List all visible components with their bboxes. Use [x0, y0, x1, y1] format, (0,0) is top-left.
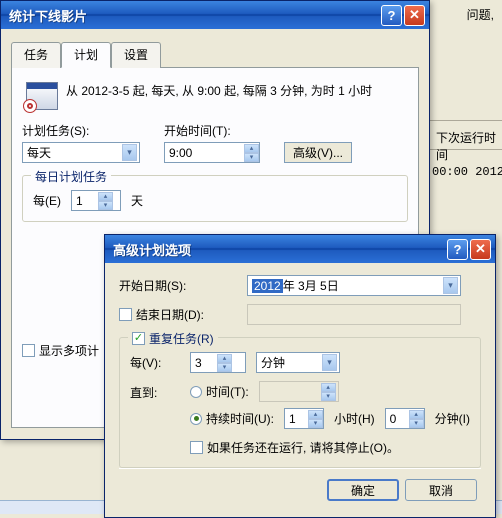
- daily-group-legend: 每日计划任务: [31, 168, 111, 185]
- tab-schedule[interactable]: 计划: [61, 42, 111, 68]
- main-titlebar: 统计下线影片 ? ✕: [1, 1, 429, 29]
- until-time-radio[interactable]: 时间(T):: [190, 383, 249, 400]
- advanced-button[interactable]: 高级(V)...: [284, 142, 352, 163]
- ok-button[interactable]: 确定: [327, 479, 399, 501]
- schedule-task-dropdown[interactable]: 每天 ▾: [22, 142, 140, 163]
- schedule-summary: 从 2012-3-5 起, 每天, 从 9:00 起, 每隔 3 分钟, 为时 …: [22, 78, 408, 122]
- repeat-group: ✓ 重复任务(R) 每(V): 3 ▴▾ 分钟 ▾ 直到:: [119, 337, 481, 468]
- start-date-field[interactable]: 2012 年 3月 5日 ▾: [247, 275, 461, 296]
- end-date-checkbox[interactable]: 结束日期(D):: [119, 306, 237, 323]
- start-time-field[interactable]: 9:00 ▴▾: [164, 142, 260, 163]
- tab-settings[interactable]: 设置: [111, 42, 161, 68]
- schedule-summary-text: 从 2012-3-5 起, 每天, 从 9:00 起, 每隔 3 分钟, 为时 …: [66, 82, 372, 110]
- help-button[interactable]: ?: [447, 239, 468, 260]
- end-date-label: 结束日期(D):: [136, 306, 204, 323]
- until-duration-radio[interactable]: 持续时间(U):: [190, 410, 274, 427]
- tabs: 任务 计划 设置: [11, 41, 419, 68]
- hours-label: 小时(H): [334, 410, 375, 427]
- start-date-year: 2012: [252, 279, 283, 293]
- until-time-field: ▴▾: [259, 381, 339, 402]
- chevron-down-icon: ▾: [443, 277, 458, 294]
- duration-mins-field[interactable]: 0 ▴▾: [385, 408, 425, 429]
- bg-next-run: 00:00 2012-3-6: [432, 165, 502, 179]
- daily-group: 每日计划任务 每(E) 1 ▴▾ 天: [22, 175, 408, 222]
- tab-task[interactable]: 任务: [11, 42, 61, 68]
- schedule-task-value: 每天: [27, 144, 122, 161]
- advanced-title: 高级计划选项: [113, 240, 445, 259]
- spin-arrows[interactable]: ▴▾: [244, 144, 259, 162]
- advanced-dialog: 高级计划选项 ? ✕ 开始日期(S): 2012 年 3月 5日 ▾ 结束日期(…: [104, 234, 496, 518]
- daily-every-value: 1: [72, 194, 98, 208]
- start-time-value: 9:00: [165, 146, 244, 160]
- until-label: 直到:: [130, 381, 180, 401]
- daily-every-label: 每(E): [33, 192, 61, 209]
- cancel-button[interactable]: 取消: [405, 479, 477, 501]
- main-title: 统计下线影片: [9, 6, 379, 25]
- show-multiple-label: 显示多项计: [39, 342, 99, 359]
- daily-every-field[interactable]: 1 ▴▾: [71, 190, 121, 211]
- start-time-label: 开始时间(T):: [164, 122, 260, 139]
- repeat-every-field[interactable]: 3 ▴▾: [190, 352, 246, 373]
- stop-if-running-checkbox[interactable]: 如果任务还在运行, 请将其停止(O)。: [190, 439, 399, 456]
- help-button[interactable]: ?: [381, 5, 402, 26]
- chevron-down-icon: ▾: [122, 144, 137, 161]
- daily-every-unit: 天: [131, 192, 143, 209]
- show-multiple-checkbox[interactable]: 显示多项计: [22, 342, 99, 359]
- duration-hours-field[interactable]: 1 ▴▾: [284, 408, 324, 429]
- repeat-task-label: 重复任务(R): [149, 330, 214, 347]
- mins-label: 分钟(I): [435, 410, 470, 427]
- repeat-task-checkbox[interactable]: ✓ 重复任务(R): [132, 330, 214, 347]
- checkbox-icon: [22, 344, 35, 357]
- schedule-icon: [26, 82, 58, 110]
- close-button[interactable]: ✕: [404, 5, 425, 26]
- bg-text: 问题,: [467, 6, 494, 23]
- repeat-unit-dropdown[interactable]: 分钟 ▾: [256, 352, 340, 373]
- start-date-label: 开始日期(S):: [119, 277, 237, 294]
- repeat-every-label: 每(V):: [130, 354, 180, 371]
- close-button[interactable]: ✕: [470, 239, 491, 260]
- bg-col-header: 下次运行时间: [430, 120, 502, 150]
- schedule-task-label: 计划任务(S):: [22, 122, 140, 139]
- end-date-field: [247, 304, 461, 325]
- chevron-down-icon: ▾: [322, 354, 337, 371]
- start-date-rest: 年 3月 5日: [283, 277, 443, 294]
